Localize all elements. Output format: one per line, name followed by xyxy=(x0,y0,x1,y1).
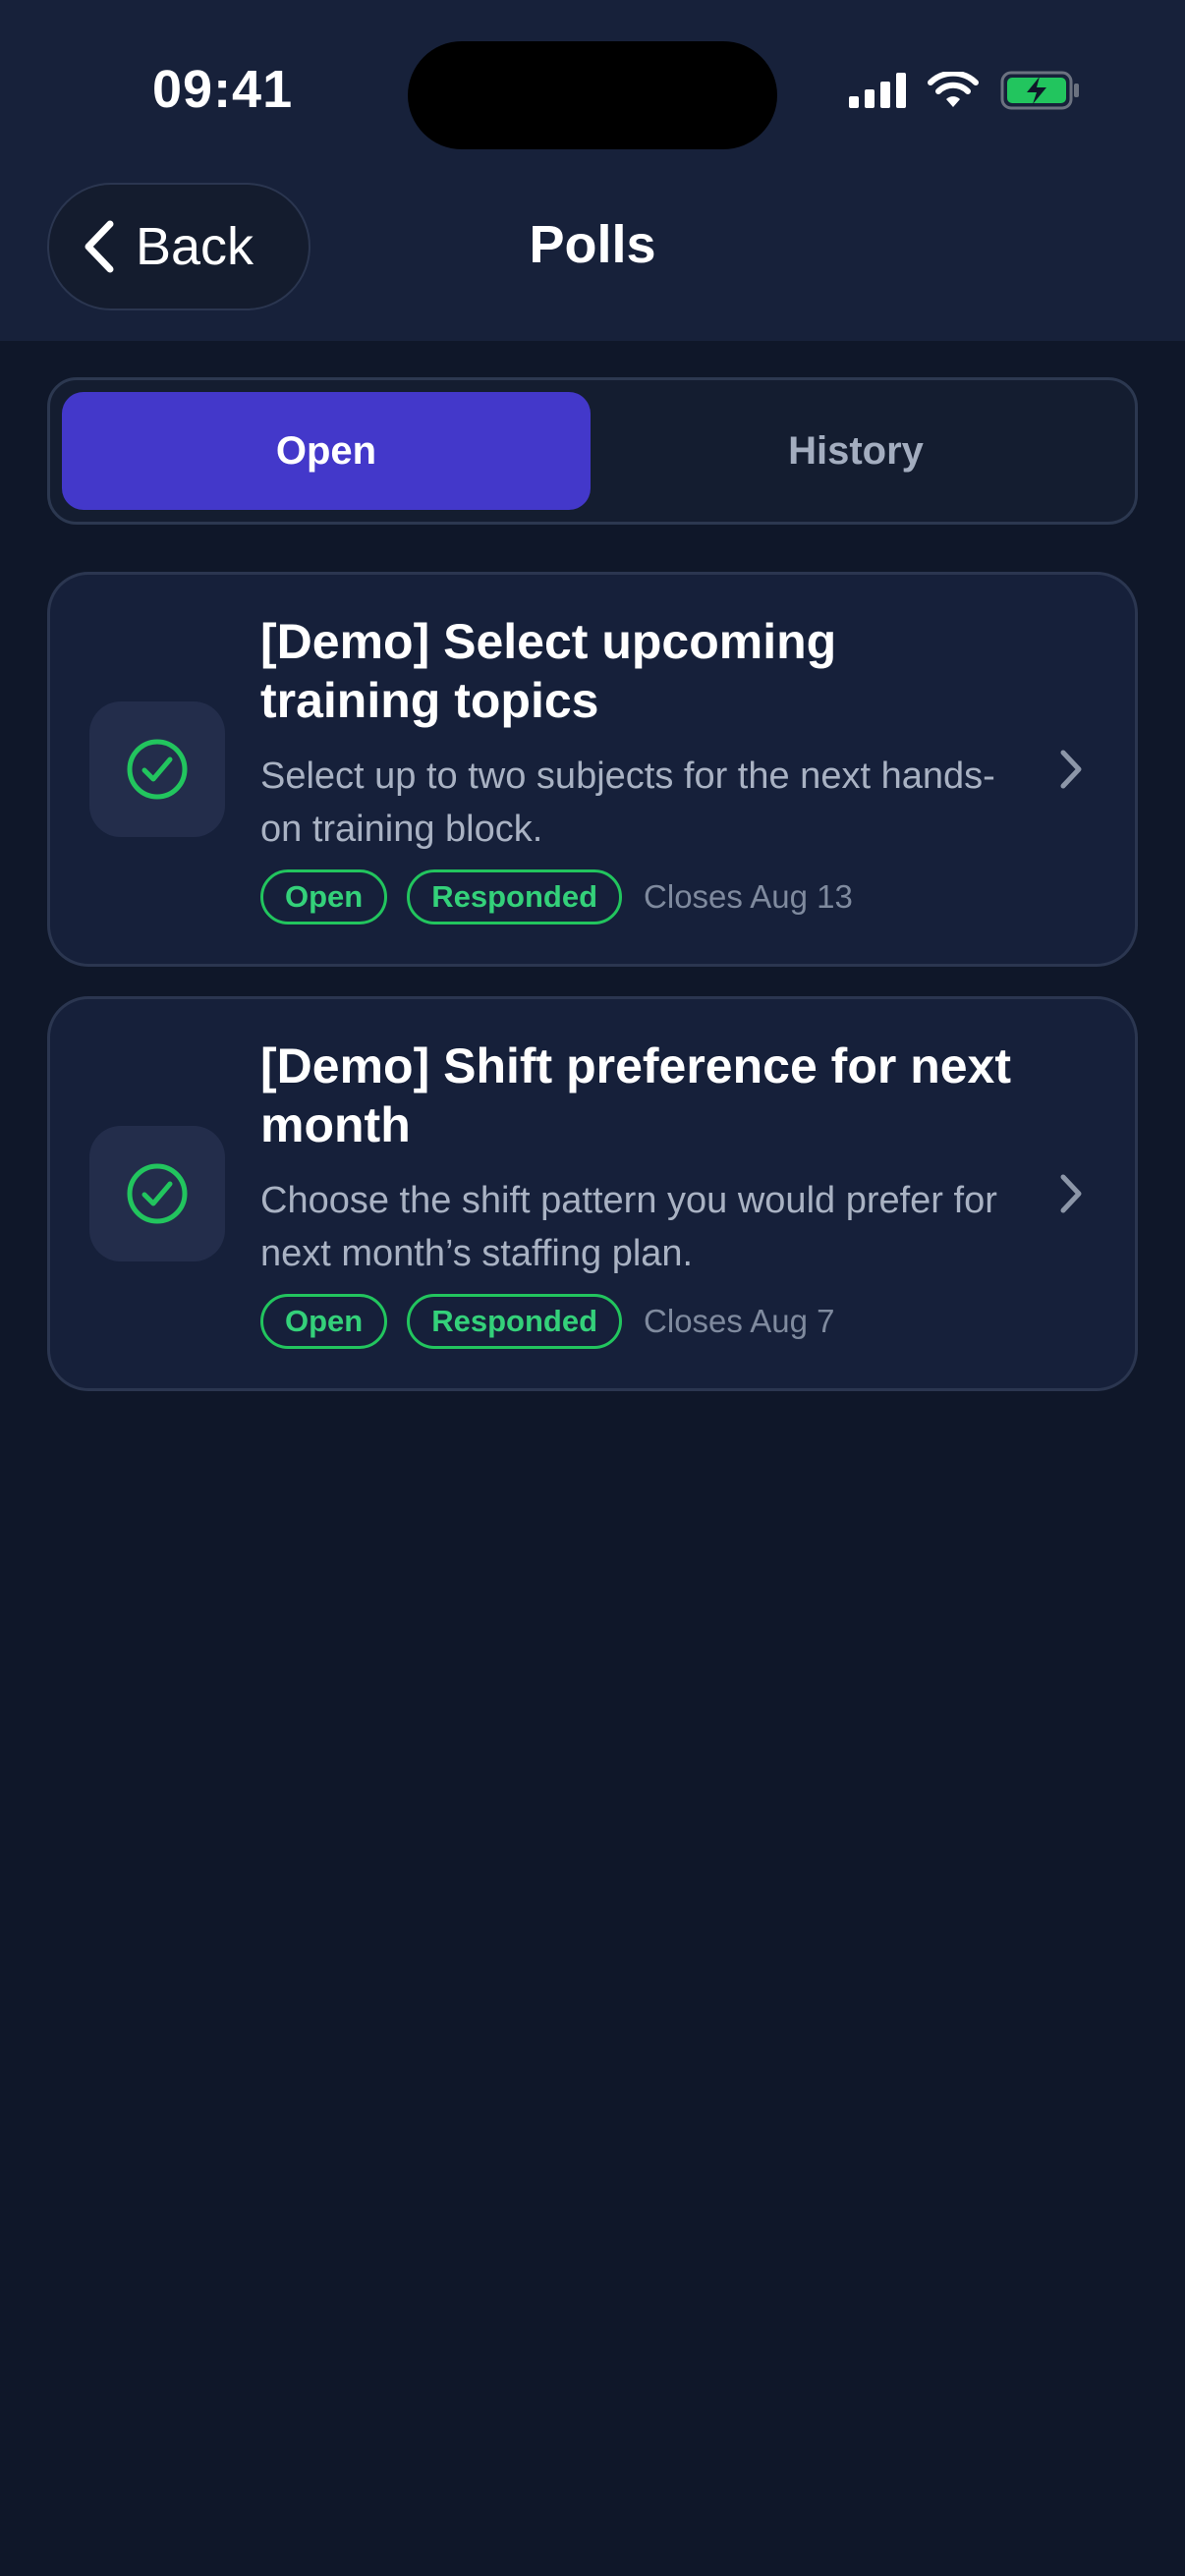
closes-date: Closes Aug 7 xyxy=(644,1303,835,1339)
status-icons xyxy=(849,71,1079,110)
poll-description: Choose the shift pattern you would prefe… xyxy=(260,1180,997,1274)
poll-title: [Demo] Shift preference for next month xyxy=(260,1038,1012,1152)
segmented-tabs: Open History xyxy=(47,377,1138,525)
responded-badge: Responded xyxy=(407,1294,623,1349)
header-bar: 09:41 Back Polls xyxy=(0,0,1185,341)
poll-meta: Open Responded Closes Aug 7 xyxy=(260,1294,835,1349)
tab-history[interactable]: History xyxy=(592,392,1120,510)
status-badge: Open xyxy=(260,1294,388,1349)
page-title: Polls xyxy=(529,215,656,274)
check-circle-icon xyxy=(89,1126,225,1261)
wifi-icon xyxy=(928,72,979,107)
chevron-right-icon xyxy=(1060,1174,1082,1213)
poll-description: Select up to two subjects for the next h… xyxy=(260,756,995,850)
chevron-right-icon xyxy=(1060,750,1082,789)
poll-card[interactable]: [Demo] Select upcoming training topics S… xyxy=(47,572,1138,967)
poll-card[interactable]: [Demo] Shift preference for next month C… xyxy=(47,996,1138,1391)
poll-title: [Demo] Select upcoming training topics xyxy=(260,614,837,728)
signal-icon xyxy=(849,73,906,108)
poll-meta: Open Responded Closes Aug 13 xyxy=(260,869,853,924)
tab-open[interactable]: Open xyxy=(62,392,591,510)
check-circle-icon xyxy=(89,701,225,837)
battery-charging-icon xyxy=(1000,71,1079,110)
responded-badge: Responded xyxy=(407,869,623,924)
dynamic-island xyxy=(408,41,777,149)
closes-date: Closes Aug 13 xyxy=(644,878,853,915)
status-badge: Open xyxy=(260,869,388,924)
status-time: 09:41 xyxy=(152,60,294,119)
